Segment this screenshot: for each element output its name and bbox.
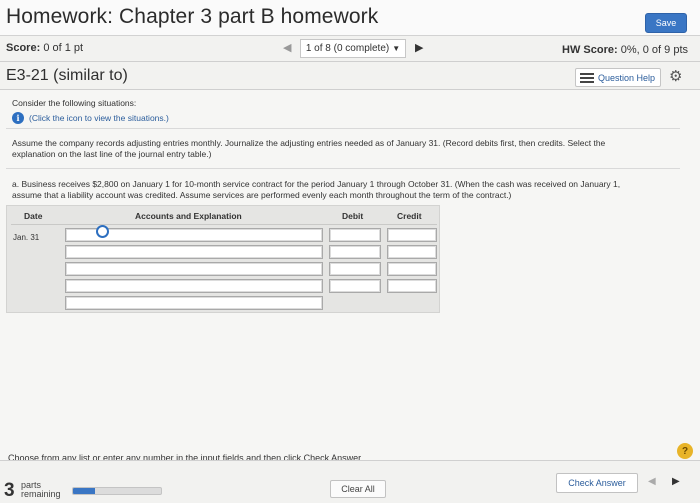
parts-label-line-2: remaining xyxy=(21,489,61,499)
question-title: E3-21 (similar to) xyxy=(6,67,128,84)
divider xyxy=(6,168,680,169)
hw-score: HW Score: 0%, 0 of 9 pts xyxy=(562,44,688,56)
score-label: Score: xyxy=(6,42,41,54)
part-a-line-2: assume that a liability account was cred… xyxy=(12,190,512,200)
part-a-line-1: a. Business receives $2,800 on January 1… xyxy=(12,179,621,189)
header-divider xyxy=(11,224,437,225)
footer-bar: 3 parts remaining Clear All Check Answer… xyxy=(0,460,700,503)
explanation-input[interactable] xyxy=(65,296,323,310)
credit-input-row-2[interactable] xyxy=(387,245,437,259)
save-button[interactable]: Save xyxy=(645,13,687,33)
next-icon[interactable]: ▶ xyxy=(672,476,680,487)
list-icon xyxy=(580,71,594,85)
account-select-row-3[interactable] xyxy=(65,262,323,276)
score: Score: 0 of 1 pt xyxy=(6,42,83,54)
parts-progress-bar xyxy=(72,487,162,495)
circle-icon xyxy=(96,225,109,238)
page-title: Homework: Chapter 3 part B homework xyxy=(6,5,379,28)
help-icon[interactable]: ? xyxy=(677,443,693,459)
debit-input-row-3[interactable] xyxy=(329,262,381,276)
consider-text: Consider the following situations: xyxy=(12,98,137,108)
info-link[interactable]: (Click the icon to view the situations.) xyxy=(29,113,169,123)
hw-score-label: HW Score: xyxy=(562,44,618,56)
column-header-accounts: Accounts and Explanation xyxy=(135,211,242,221)
question-help-button[interactable]: Question Help xyxy=(575,68,661,87)
hw-score-value: 0%, 0 of 9 pts xyxy=(620,44,688,56)
check-answer-button[interactable]: Check Answer xyxy=(556,473,638,493)
header-bar: Homework: Chapter 3 part B homework Save xyxy=(0,0,700,36)
journal-entry-table: Date Accounts and Explanation Debit Cred… xyxy=(6,205,440,313)
debit-input-row-4[interactable] xyxy=(329,279,381,293)
score-bar: Score: 0 of 1 pt ◀ 1 of 8 (0 complete) ▼… xyxy=(0,36,700,62)
instructions-line-2: explanation on the last line of the jour… xyxy=(12,149,212,159)
question-help-label: Question Help xyxy=(598,72,656,83)
instructions-line-1: Assume the company records adjusting ent… xyxy=(12,138,606,148)
gear-icon[interactable]: ⚙ xyxy=(669,67,682,85)
credit-input-row-3[interactable] xyxy=(387,262,437,276)
column-header-date: Date xyxy=(24,211,43,221)
score-value: 0 of 1 pt xyxy=(43,42,84,54)
question-select[interactable]: 1 of 8 (0 complete) ▼ xyxy=(300,39,406,58)
account-select-row-4[interactable] xyxy=(65,279,323,293)
column-header-credit: Credit xyxy=(397,211,422,221)
column-header-debit: Debit xyxy=(342,211,364,221)
parts-remaining-label: parts remaining xyxy=(21,481,61,499)
parts-remaining-count: 3 xyxy=(4,480,15,501)
next-question-icon[interactable]: ▶ xyxy=(415,41,423,54)
parts-progress-fill xyxy=(73,488,95,494)
app-window: Homework: Chapter 3 part B homework Save… xyxy=(0,0,700,503)
previous-icon[interactable]: ◀ xyxy=(648,476,656,487)
credit-input-row-1[interactable] xyxy=(387,228,437,242)
chevron-down-icon: ▼ xyxy=(392,44,401,53)
account-select-row-2[interactable] xyxy=(65,245,323,259)
previous-question-icon[interactable]: ◀ xyxy=(283,41,291,54)
info-icon[interactable]: i xyxy=(12,112,24,124)
debit-input-row-1[interactable] xyxy=(329,228,381,242)
debit-input-row-2[interactable] xyxy=(329,245,381,259)
question-bar: E3-21 (similar to) Question Help ⚙ xyxy=(0,62,700,90)
date-cell: Jan. 31 xyxy=(13,233,40,242)
divider xyxy=(6,128,680,129)
clear-all-button[interactable]: Clear All xyxy=(330,480,386,498)
credit-input-row-4[interactable] xyxy=(387,279,437,293)
question-select-label: 1 of 8 (0 complete) xyxy=(305,43,390,54)
